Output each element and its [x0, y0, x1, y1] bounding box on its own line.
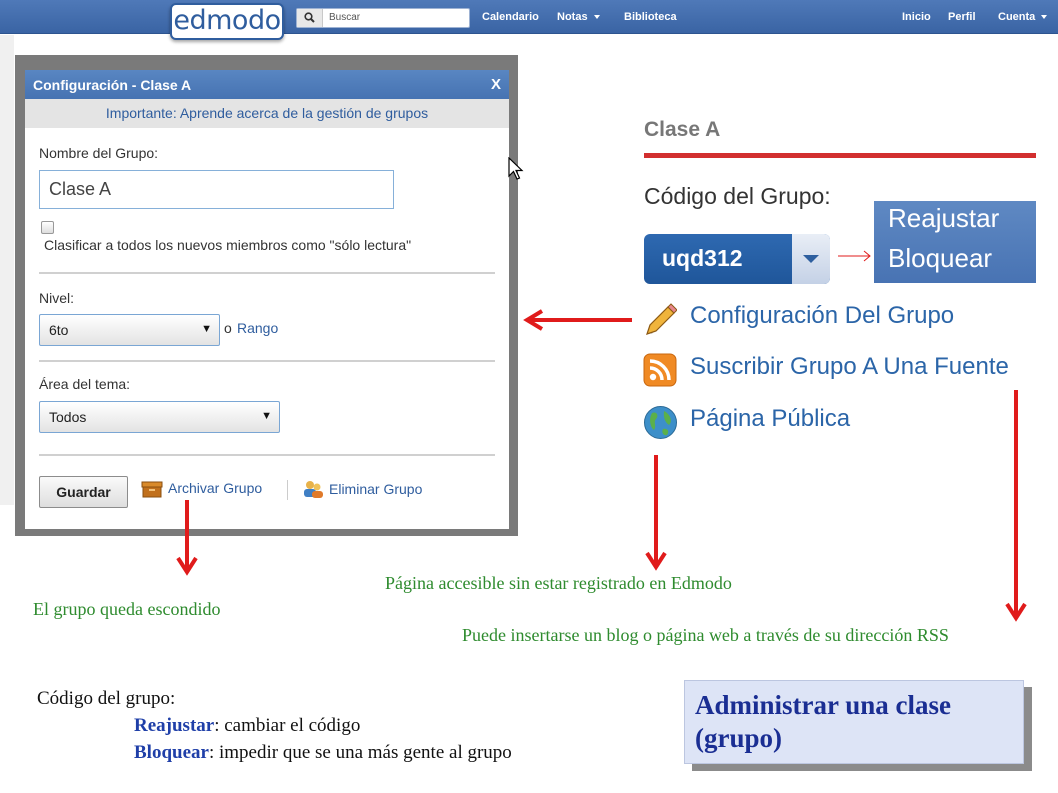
readonly-checkbox[interactable]: [41, 221, 54, 234]
lock-explanation: Bloquear: impedir que se una más gente a…: [37, 739, 512, 766]
code-dropdown-toggle[interactable]: [792, 234, 830, 284]
rss-feed-icon: [643, 353, 677, 387]
arrow-down-icon: [176, 500, 198, 576]
top-navigation-bar: edmodo Buscar Calendario Notas Bibliotec…: [0, 0, 1058, 40]
chevron-down-icon: [593, 15, 600, 20]
arrow-right-icon: [838, 250, 871, 262]
dropdown-arrow-icon: ▼: [261, 410, 272, 422]
subject-select-value: Todos: [49, 409, 87, 425]
delete-group-link[interactable]: Eliminar Grupo: [329, 481, 422, 497]
nav-notes-menu[interactable]: Notas: [557, 11, 600, 23]
reset-description: : cambiar el código: [214, 715, 361, 736]
pencil-icon: [646, 303, 677, 335]
subject-label: Área del tema:: [39, 376, 131, 392]
dialog-header: Configuración - Clase A X: [25, 70, 509, 99]
delete-users-icon: [302, 479, 324, 504]
level-range-link[interactable]: Rango: [237, 320, 278, 336]
edmodo-logo[interactable]: edmodo: [170, 3, 284, 40]
divider: [39, 360, 495, 362]
group-title: Clase A: [644, 118, 721, 141]
divider: [39, 454, 495, 456]
save-button[interactable]: Guardar: [39, 476, 128, 508]
slide-title: Administrar una clase (grupo): [684, 680, 1024, 764]
note-rss: Puede insertarse un blog o página web a …: [462, 625, 949, 645]
lock-description: : impedir que se una más gente al grupo: [208, 742, 512, 763]
nav-calendar[interactable]: Calendario: [482, 11, 539, 23]
group-settings-dialog: Configuración - Clase A X Importante: Ap…: [25, 70, 509, 529]
arrow-left-icon: [523, 309, 632, 331]
search-placeholder: Buscar: [329, 12, 361, 23]
nav-notes-label: Notas: [557, 11, 588, 23]
search-input[interactable]: Buscar: [296, 8, 470, 28]
archive-group-link[interactable]: Archivar Grupo: [168, 480, 262, 496]
search-icon[interactable]: [297, 9, 323, 27]
nav-profile[interactable]: Perfil: [948, 11, 976, 23]
note-hidden-group: El grupo queda escondido: [33, 599, 221, 619]
subject-select[interactable]: Todos ▼: [39, 401, 280, 433]
dropdown-arrow-icon: ▼: [201, 323, 212, 335]
menu-item-lock[interactable]: Bloquear: [888, 243, 992, 274]
background-page: [0, 35, 14, 505]
group-code-label: Código del Grupo:: [644, 183, 831, 209]
group-code-dropdown[interactable]: uqd312: [644, 234, 830, 284]
note-public-page: Página accesible sin estar registrado en…: [385, 573, 732, 593]
notice-link[interactable]: Importante: Aprende acerca de la gestión…: [25, 99, 509, 128]
subscribe-feed-link[interactable]: Suscribir Grupo A Una Fuente: [690, 353, 1009, 381]
chevron-down-icon: [803, 255, 819, 263]
divider: [39, 272, 495, 274]
public-page-link[interactable]: Página Pública: [690, 405, 850, 433]
level-label: Nivel:: [39, 290, 75, 306]
level-select-value: 6to: [49, 322, 69, 338]
group-name-input[interactable]: Clase A: [39, 170, 394, 209]
nav-library[interactable]: Biblioteca: [624, 11, 677, 23]
level-or-text: o: [224, 320, 232, 336]
mouse-cursor-icon: [508, 157, 524, 180]
code-menu: Reajustar Bloquear: [874, 201, 1036, 283]
code-explanation-heading: Código del grupo:: [37, 688, 176, 709]
reset-explanation: Reajustar: cambiar el código: [37, 712, 512, 739]
dialog-title: Configuración - Clase A: [33, 77, 192, 93]
nav-account-label: Cuenta: [998, 11, 1036, 23]
group-settings-link[interactable]: Configuración Del Grupo: [690, 302, 954, 330]
nav-home[interactable]: Inicio: [902, 11, 931, 23]
globe-icon: [644, 406, 677, 439]
group-name-label: Nombre del Grupo:: [39, 145, 159, 161]
archive-box-icon: [141, 480, 163, 503]
close-button[interactable]: X: [491, 76, 501, 93]
lock-term: Bloquear: [134, 742, 209, 763]
group-code-value: uqd312: [662, 245, 743, 271]
arrow-down-icon: [1005, 390, 1027, 622]
level-select[interactable]: 6to ▼: [39, 314, 220, 346]
menu-item-reset[interactable]: Reajustar: [888, 203, 999, 234]
title-underline: [644, 153, 1036, 158]
nav-account-menu[interactable]: Cuenta: [998, 11, 1048, 23]
readonly-checkbox-label: Clasificar a todos los nuevos miembros c…: [44, 237, 412, 253]
chevron-down-icon: [1041, 15, 1048, 20]
code-explanation: Código del grupo: Reajustar: cambiar el …: [37, 685, 512, 766]
divider: [287, 480, 288, 500]
reset-term: Reajustar: [134, 715, 215, 736]
arrow-down-icon: [645, 455, 667, 571]
